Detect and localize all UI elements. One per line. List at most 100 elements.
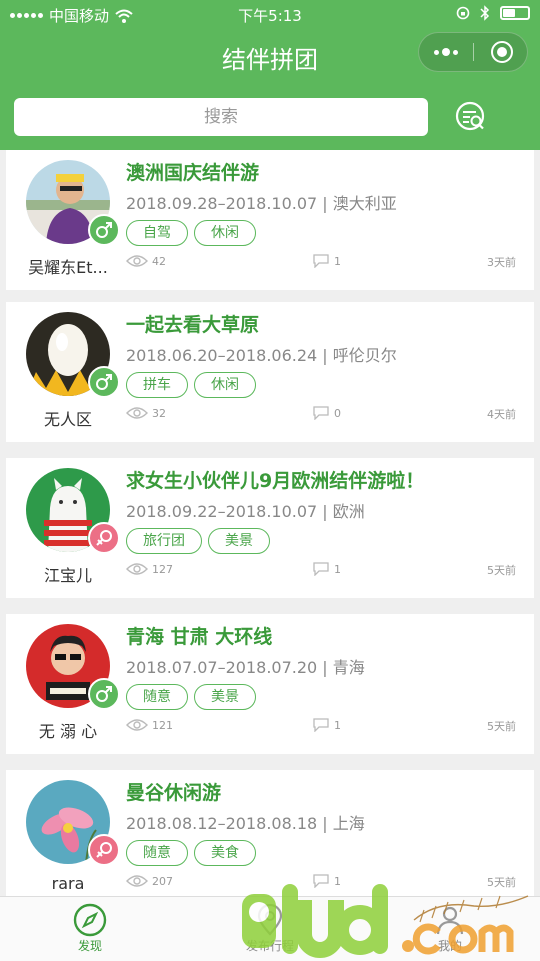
capsule-divider [473,43,474,61]
trip-stats: 127 1 5天前 [126,562,516,578]
trip-stats: 207 1 5天前 [126,874,516,890]
trip-tags: 随意 美食 [126,840,256,866]
tag: 旅行团 [126,528,202,554]
view-count-value: 207 [152,874,173,888]
posted-time: 4天前 [487,408,516,421]
trip-card[interactable]: rara 曼谷休闲游 2018.08.12–2018.08.18 | 上海 随意… [6,770,534,896]
author-nickname: 江宝儿 [43,566,92,585]
trip-stats: 42 1 3天前 [126,254,516,270]
trip-dates: 2018.09.28–2018.10.07 [126,194,318,213]
male-gender-icon [88,366,120,398]
bluetooth-icon [480,5,490,21]
trip-title[interactable]: 一起去看大草原 [126,310,259,337]
comment-count: 1 [312,874,341,888]
author-nickname: rara [51,874,85,893]
location-pin-icon [257,903,283,936]
view-count: 127 [126,562,173,576]
search-input[interactable] [14,98,428,136]
tab-label: 发现 [77,939,102,953]
trip-card[interactable]: 无人区 一起去看大草原 2018.06.20–2018.06.24 | 呼伦贝尔… [6,302,534,442]
comment-icon [313,254,329,268]
trip-info: 2018.06.20–2018.06.24 | 呼伦贝尔 [126,346,397,365]
status-bar: 中国移动 下午5:13 [0,0,540,28]
trip-card[interactable]: 江宝儿 求女生小伙伴儿9月欧洲结伴游啦！ 2018.09.22–2018.10.… [6,458,534,598]
trip-dates: 2018.07.07–2018.07.20 [126,658,318,677]
tag: 随意 [126,684,188,710]
view-count-value: 42 [152,254,166,268]
mini-program-capsule [418,32,528,72]
comment-count: 1 [312,562,341,576]
comment-count-value: 1 [334,718,341,732]
comment-icon [313,406,329,420]
trip-tags: 拼车 休闲 [126,372,256,398]
trip-dates: 2018.06.20–2018.06.24 [126,346,318,365]
comment-count-value: 1 [334,254,341,268]
posted-time: 5天前 [487,876,516,889]
trip-place: 澳大利亚 [332,194,397,213]
tab-mine[interactable]: 我的 [400,903,500,954]
trip-info: 2018.09.28–2018.10.07 | 澳大利亚 [126,194,397,213]
female-gender-icon [88,522,120,554]
status-icons [456,5,530,21]
posted-time: 5天前 [487,720,516,733]
comment-icon [313,874,329,888]
trip-info: 2018.07.07–2018.07.20 | 青海 [126,658,365,677]
posted-time: 5天前 [487,564,516,577]
comment-icon [313,562,329,576]
view-count-value: 127 [152,562,173,576]
battery-icon [500,6,530,20]
trip-place: 上海 [332,814,365,833]
eye-icon [126,407,148,419]
author-nickname: 无人区 [43,410,92,429]
comment-count-value: 0 [334,406,341,420]
view-count: 42 [126,254,166,268]
female-gender-icon [88,834,120,866]
orientation-lock-icon [456,6,470,20]
trip-tags: 自驾 休闲 [126,220,256,246]
trip-stats: 32 0 4天前 [126,406,516,422]
tab-publish-trip[interactable]: 发布行程 [220,903,320,954]
view-count: 121 [126,718,173,732]
author-nickname: 无 溺 心 [38,722,98,741]
tab-label: 我的 [437,939,462,953]
tag: 随意 [126,840,188,866]
search-filter-icon[interactable] [454,100,488,134]
eye-icon [126,719,148,731]
tag: 自驾 [126,220,188,246]
male-gender-icon [88,214,120,246]
trip-info: 2018.08.12–2018.08.18 | 上海 [126,814,365,833]
trip-card[interactable]: 无 溺 心 青海 甘肃 大环线 2018.07.07–2018.07.20 | … [6,614,534,754]
tag: 美景 [208,528,270,554]
tag: 休闲 [194,220,256,246]
eye-icon [126,255,148,267]
trip-info: 2018.09.22–2018.10.07 | 欧洲 [126,502,365,521]
view-count-value: 32 [152,406,166,420]
view-count: 32 [126,406,166,420]
tab-discover[interactable]: 发现 [40,903,140,954]
tag: 美食 [194,840,256,866]
trip-title[interactable]: 曼谷休闲游 [126,778,221,805]
trip-card[interactable]: 吴耀东Et... 澳洲国庆结伴游 2018.09.28–2018.10.07 |… [6,150,534,290]
close-mini-program-icon[interactable] [491,41,513,63]
trip-place: 青海 [332,658,365,677]
trip-dates: 2018.08.12–2018.08.18 [126,814,318,833]
trip-place: 欧洲 [332,502,365,521]
posted-time: 3天前 [487,256,516,269]
comment-count: 1 [312,718,341,732]
more-icon[interactable] [419,33,473,71]
trip-title[interactable]: 青海 甘肃 大环线 [126,622,272,649]
search-bar [0,80,540,150]
comment-icon [313,718,329,732]
nav-bar: 结伴拼团 [0,28,540,80]
trip-stats: 121 1 5天前 [126,718,516,734]
view-count-value: 121 [152,718,173,732]
comment-count: 1 [312,254,341,268]
eye-icon [126,563,148,575]
trip-list: 吴耀东Et... 澳洲国庆结伴游 2018.09.28–2018.10.07 |… [0,150,540,896]
person-icon [436,906,464,935]
eye-icon [126,875,148,887]
tab-bar: 发现 发布行程 我的 [0,896,540,961]
trip-title[interactable]: 求女生小伙伴儿9月欧洲结伴游啦！ [126,466,424,493]
compass-icon [73,903,107,937]
trip-title[interactable]: 澳洲国庆结伴游 [126,158,259,185]
